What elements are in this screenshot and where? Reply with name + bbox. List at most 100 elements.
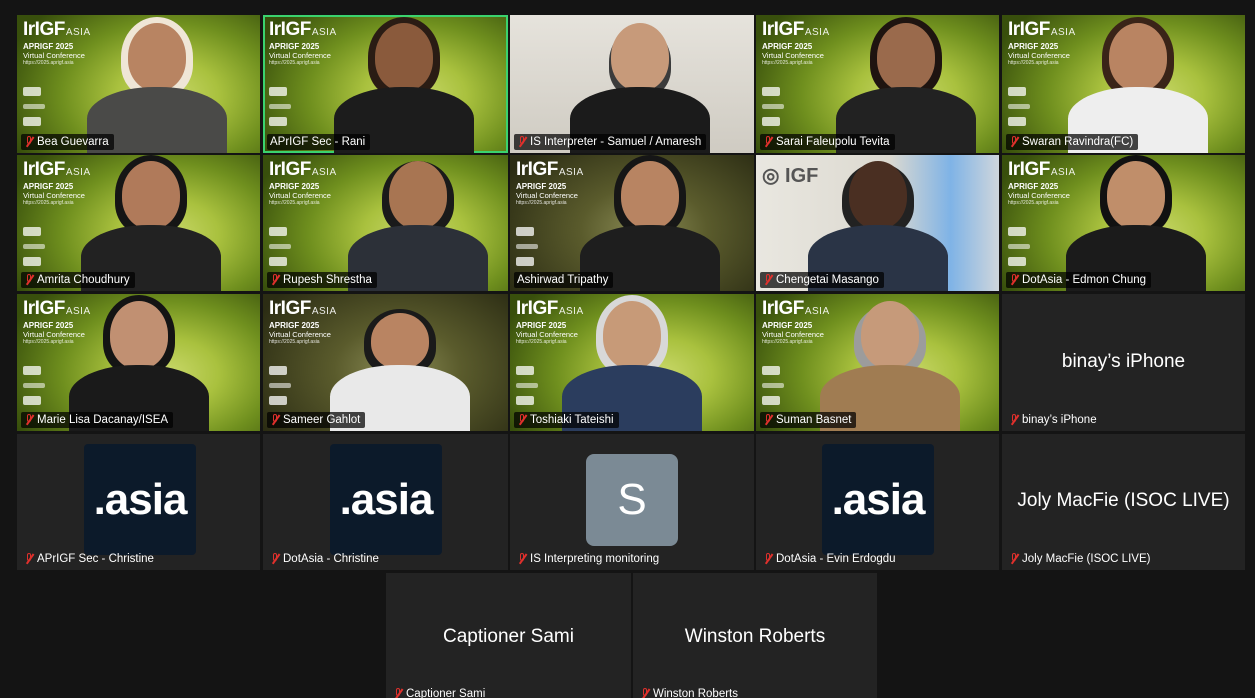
participant-name-label: Sarai Faleupolu Tevita — [760, 134, 895, 150]
participant-name-label: Captioner Sami — [390, 686, 490, 698]
mic-muted-icon — [763, 274, 773, 286]
mic-muted-icon — [763, 136, 773, 148]
aprigf-logo: IrIGF — [23, 159, 65, 180]
sponsor-logos — [1008, 227, 1038, 274]
participant-tile-chengetai-masango[interactable]: ◎ IGF Chengetai Masango — [756, 155, 999, 291]
aprigf-logo: IrIGF — [23, 19, 65, 40]
participant-tile-ashirwad-tripathy[interactable]: IrIGFASIA APRIGF 2025 Virtual Conference… — [510, 155, 754, 291]
participant-tile-toshiaki-tateishi[interactable]: IrIGFASIA APRIGF 2025 Virtual Conference… — [510, 294, 754, 431]
sponsor-logos — [269, 227, 299, 274]
participant-name-label: Amrita Choudhury — [21, 272, 135, 288]
initial-avatar: S — [586, 454, 678, 546]
participant-name-label: DotAsia - Evin Erdogdu — [760, 551, 901, 567]
aprigf-logo: IrIGF — [269, 159, 311, 180]
mic-muted-icon — [763, 553, 773, 565]
participant-tile-swaran-ravindra[interactable]: IrIGFASIA APRIGF 2025 Virtual Conference… — [1002, 15, 1245, 153]
mic-muted-icon — [1009, 414, 1019, 426]
participant-tile-bea-guevarra[interactable]: IrIGFASIA APRIGF 2025 Virtual Conference… — [17, 15, 260, 153]
participant-tile-winston-roberts[interactable]: Winston Roberts Winston Roberts — [633, 573, 877, 698]
mic-muted-icon — [270, 414, 280, 426]
sponsor-logos — [269, 366, 299, 413]
aprigf-logo: IrIGF — [516, 159, 558, 180]
participant-name-label: Rupesh Shrestha — [267, 272, 377, 288]
participant-name-label: DotAsia - Christine — [267, 551, 384, 567]
participant-name-label: Suman Basnet — [760, 412, 857, 428]
mic-muted-icon — [393, 688, 403, 698]
participant-name-label: Sameer Gahlot — [267, 412, 366, 428]
participant-tile-marie-lisa-dacanay[interactable]: IrIGFASIA APRIGF 2025 Virtual Conference… — [17, 294, 260, 431]
participant-name-label: APrIGF Sec - Rani — [267, 134, 371, 150]
aprigf-logo: IrIGF — [1008, 159, 1050, 180]
participant-name-label: IS Interpreter - Samuel / Amaresh — [514, 134, 707, 150]
dotasia-avatar: .asia — [84, 444, 196, 555]
participant-tile-dotasia-christine[interactable]: .asia DotAsia - Christine — [263, 434, 508, 570]
sponsor-logos — [762, 366, 792, 413]
participant-tile-joly-macfie[interactable]: Joly MacFie (ISOC LIVE) Joly MacFie (ISO… — [1002, 434, 1245, 570]
participant-name-label: binay’s iPhone — [1006, 412, 1102, 428]
aprigf-branding: IrIGFASIA APRIGF 2025 Virtual Conference… — [23, 298, 91, 345]
video-grid: IrIGFASIA APRIGF 2025 Virtual Conference… — [0, 0, 1255, 698]
aprigf-branding: IrIGFASIA APRIGF 2025 Virtual Conference… — [1008, 19, 1076, 66]
participant-tile-aprigf-sec-rani[interactable]: IrIGFASIA APRIGF 2025 Virtual Conference… — [263, 15, 508, 153]
mic-muted-icon — [270, 274, 280, 286]
participant-tile-sameer-gahlot[interactable]: IrIGFASIA APRIGF 2025 Virtual Conference… — [263, 294, 508, 431]
mic-muted-icon — [270, 553, 280, 565]
mic-muted-icon — [517, 136, 527, 148]
aprigf-logo: IrIGF — [1008, 19, 1050, 40]
participant-tile-captioner-sami[interactable]: Captioner Sami Captioner Sami — [386, 573, 631, 698]
aprigf-branding: IrIGFASIA APRIGF 2025 Virtual Conference… — [269, 298, 337, 345]
participant-name-label: Swaran Ravindra(FC) — [1006, 134, 1139, 150]
participant-tile-sarai-faleupolu-tevita[interactable]: IrIGFASIA APRIGF 2025 Virtual Conference… — [756, 15, 999, 153]
aprigf-logo: IrIGF — [762, 19, 804, 40]
participant-tile-aprigf-sec-christine[interactable]: .asia APrIGF Sec - Christine — [17, 434, 260, 570]
mic-muted-icon — [517, 553, 527, 565]
sponsor-logos — [269, 87, 299, 134]
sponsor-logos — [23, 87, 53, 134]
participant-tile-binays-iphone[interactable]: binay’s iPhone binay’s iPhone — [1002, 294, 1245, 431]
sponsor-logos — [23, 366, 53, 413]
mic-muted-icon — [1009, 553, 1019, 565]
participant-tile-rupesh-shrestha[interactable]: IrIGFASIA APRIGF 2025 Virtual Conference… — [263, 155, 508, 291]
aprigf-logo: IrIGF — [23, 298, 65, 319]
aprigf-branding: IrIGFASIA APRIGF 2025 Virtual Conference… — [1008, 159, 1076, 206]
participant-display-name: binay’s iPhone — [1061, 350, 1186, 372]
aprigf-logo: IrIGF — [516, 298, 558, 319]
participant-tile-amrita-choudhury[interactable]: IrIGFASIA APRIGF 2025 Virtual Conference… — [17, 155, 260, 291]
aprigf-branding: IrIGFASIA APRIGF 2025 Virtual Conference… — [23, 159, 91, 206]
participant-tile-dotasia-evin-erdogdu[interactable]: .asia DotAsia - Evin Erdogdu — [756, 434, 999, 570]
participant-name-label: DotAsia - Edmon Chung — [1006, 272, 1152, 288]
aprigf-branding: IrIGFASIA APRIGF 2025 Virtual Conference… — [269, 19, 337, 66]
participant-name-label: Joly MacFie (ISOC LIVE) — [1006, 551, 1155, 567]
mic-muted-icon — [24, 274, 34, 286]
participant-tile-suman-basnet[interactable]: IrIGFASIA APRIGF 2025 Virtual Conference… — [756, 294, 999, 431]
mic-muted-icon — [24, 136, 34, 148]
mic-muted-icon — [1009, 136, 1019, 148]
aprigf-branding: IrIGFASIA APRIGF 2025 Virtual Conference… — [516, 298, 584, 345]
participant-tile-is-interpreting-monitoring[interactable]: S IS Interpreting monitoring — [510, 434, 754, 570]
participant-display-name: Captioner Sami — [443, 625, 574, 647]
mic-muted-icon — [1009, 274, 1019, 286]
mic-muted-icon — [640, 688, 650, 698]
aprigf-logo: IrIGF — [269, 19, 311, 40]
participant-name-label: Chengetai Masango — [760, 272, 884, 288]
aprigf-branding: IrIGFASIA APRIGF 2025 Virtual Conference… — [762, 298, 830, 345]
participant-name-label: IS Interpreting monitoring — [514, 551, 664, 567]
sponsor-logos — [23, 227, 53, 274]
participant-tile-is-interpreter-samuel-amaresh[interactable]: IS Interpreter - Samuel / Amaresh — [510, 15, 754, 153]
aprigf-logo: IrIGF — [762, 298, 804, 319]
dotasia-avatar: .asia — [330, 444, 442, 555]
sponsor-logos — [516, 366, 546, 413]
participant-display-name: Winston Roberts — [684, 625, 826, 647]
aprigf-branding: IrIGFASIA APRIGF 2025 Virtual Conference… — [23, 19, 91, 66]
aprigf-logo: IrIGF — [269, 298, 311, 319]
aprigf-branding: IrIGFASIA APRIGF 2025 Virtual Conference… — [762, 19, 830, 66]
participant-name-label: Ashirwad Tripathy — [514, 272, 614, 288]
aprigf-branding: IrIGFASIA APRIGF 2025 Virtual Conference… — [516, 159, 584, 206]
participant-tile-dotasia-edmon-chung[interactable]: IrIGFASIA APRIGF 2025 Virtual Conference… — [1002, 155, 1245, 291]
participant-name-label: Bea Guevarra — [21, 134, 114, 150]
aprigf-branding: IrIGFASIA APRIGF 2025 Virtual Conference… — [269, 159, 337, 206]
mic-muted-icon — [763, 414, 773, 426]
participant-name-label: APrIGF Sec - Christine — [21, 551, 159, 567]
un-igf-logo: ◎ IGF — [762, 165, 819, 187]
participant-name-label: Marie Lisa Dacanay/ISEA — [21, 412, 174, 428]
